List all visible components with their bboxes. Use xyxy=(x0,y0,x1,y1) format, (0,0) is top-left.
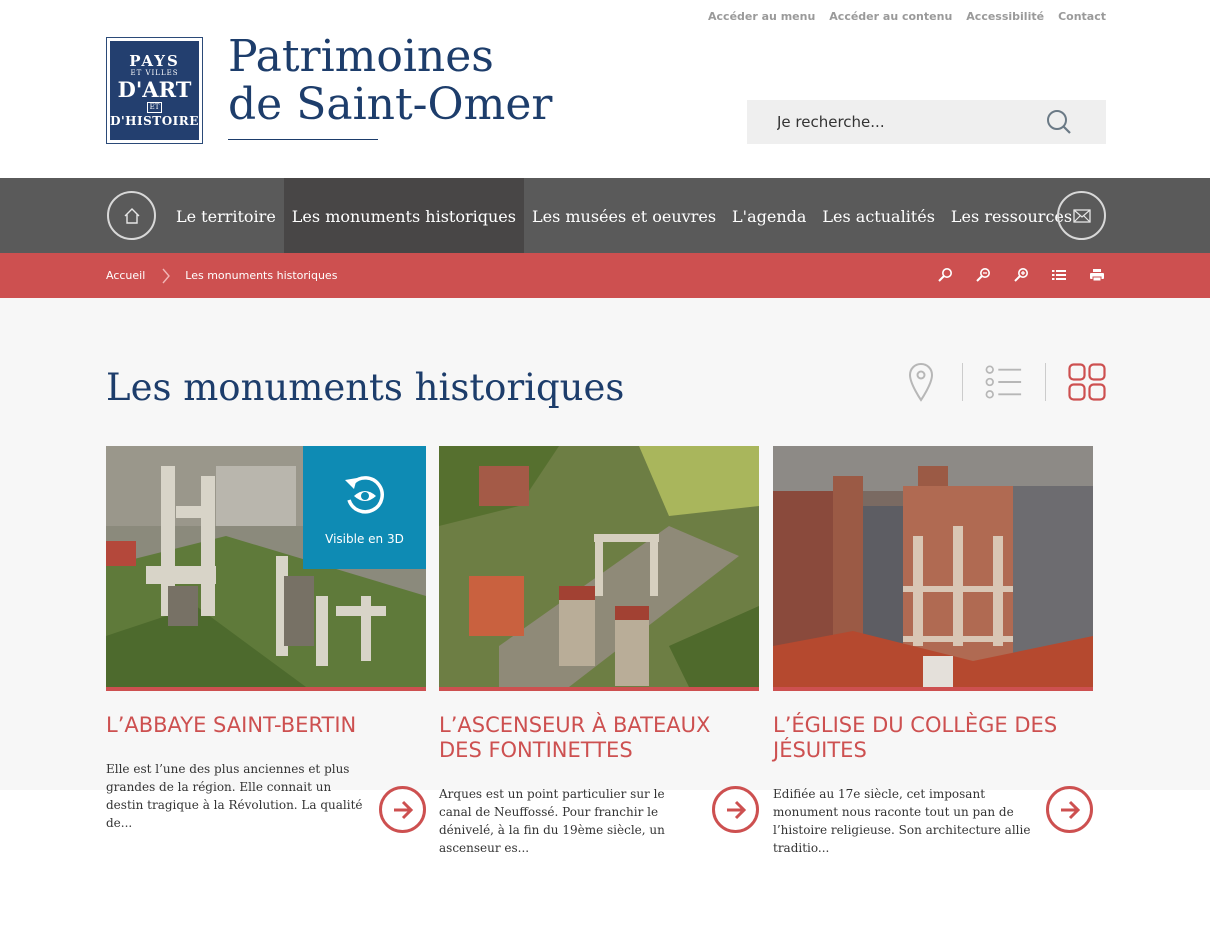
zoom-reset-button[interactable] xyxy=(936,266,954,284)
home-button[interactable] xyxy=(107,191,156,240)
list-view-button[interactable] xyxy=(1050,266,1068,284)
list-view-toggle[interactable] xyxy=(985,362,1023,402)
card-photo-ascenseur[interactable] xyxy=(439,446,759,687)
arrow-right-icon xyxy=(726,800,746,819)
home-icon xyxy=(124,207,139,224)
visible-3d-badge[interactable]: Visible en 3D xyxy=(303,446,426,569)
magnifier-icon xyxy=(938,268,952,282)
card-read-more-button[interactable] xyxy=(1046,786,1093,833)
card-excerpt: Elle est l’une des plus anciennes et plu… xyxy=(106,762,363,830)
printer-icon xyxy=(1090,269,1104,282)
breadcrumb-current: Les monuments historiques xyxy=(185,269,338,282)
zoom-out-icon xyxy=(976,268,990,282)
logo-emblem: PAYS ET VILLES D'ART ET D'HISTOIRE xyxy=(110,41,199,140)
logo-text: ET VILLES xyxy=(130,69,179,77)
search-box xyxy=(747,100,1106,144)
card-excerpt: Arques est un point particulier sur le c… xyxy=(439,787,665,855)
envelope-icon xyxy=(1072,208,1091,223)
card-photo-abbaye[interactable]: Visible en 3D xyxy=(106,446,426,687)
breadcrumb-bar: Accueil Les monuments historiques xyxy=(0,253,1210,298)
accessibility-link[interactable]: Accessibilité xyxy=(966,10,1044,23)
eye-rotate-icon xyxy=(344,475,384,514)
view-separator xyxy=(1045,363,1046,401)
nav-item-monuments[interactable]: Les monuments historiques xyxy=(283,178,524,253)
search-input[interactable] xyxy=(777,113,1037,131)
zoom-out-button[interactable] xyxy=(974,266,992,284)
main-nav: Le territoire Les monuments historiques … xyxy=(0,178,1210,253)
skip-to-content-link[interactable]: Accéder au contenu xyxy=(829,10,952,23)
card-accent-bar xyxy=(106,687,426,691)
grid-view-toggle[interactable] xyxy=(1068,362,1106,402)
list-icon xyxy=(1052,270,1066,280)
site-title-line: Patrimoines xyxy=(228,31,494,82)
jesuit-church-photo xyxy=(773,446,1093,687)
logo-text: ET xyxy=(146,102,163,113)
monument-card-jesuites[interactable]: L’ÉGLISE DU COLLÈGE DES JÉSUITES Edifiée… xyxy=(773,446,1093,857)
card-accent-bar xyxy=(439,687,759,691)
nav-item-actualites[interactable]: Les actualités xyxy=(814,178,943,253)
card-accent-bar xyxy=(773,687,1093,691)
view-separator xyxy=(962,363,963,401)
page-tools xyxy=(936,266,1106,284)
boat-lift-photo xyxy=(439,446,759,687)
zoom-in-icon xyxy=(1014,268,1028,282)
site-title[interactable]: Patrimoines de Saint-Omer xyxy=(228,33,552,129)
nav-item-musees[interactable]: Les musées et oeuvres xyxy=(524,178,724,253)
nav-item-agenda[interactable]: L'agenda xyxy=(724,178,814,253)
logo-text: D'ART xyxy=(117,77,192,102)
card-read-more-button[interactable] xyxy=(712,786,759,833)
map-view-button[interactable] xyxy=(902,362,940,402)
list-bullets-icon xyxy=(985,365,1022,399)
card-read-more-button[interactable] xyxy=(379,786,426,833)
map-pin-icon xyxy=(908,362,934,402)
breadcrumb: Accueil Les monuments historiques xyxy=(106,253,337,298)
site-logo[interactable]: PAYS ET VILLES D'ART ET D'HISTOIRE xyxy=(106,37,203,144)
card-title[interactable]: L’ÉGLISE DU COLLÈGE DES JÉSUITES xyxy=(773,713,1073,763)
arrow-right-icon xyxy=(393,800,413,819)
breadcrumb-home-link[interactable]: Accueil xyxy=(106,269,145,282)
contact-link[interactable]: Contact xyxy=(1058,10,1106,23)
card-title[interactable]: L’ASCENSEUR À BATEAUX DES FONTINETTES xyxy=(439,713,739,763)
visible-3d-label: Visible en 3D xyxy=(325,531,404,546)
utility-links: Accéder au menu Accéder au contenu Acces… xyxy=(708,10,1106,23)
skip-to-menu-link[interactable]: Accéder au menu xyxy=(708,10,815,23)
card-excerpt: Edifiée au 17e siècle, cet imposant monu… xyxy=(773,787,1031,855)
monument-card-abbaye[interactable]: Visible en 3D L’ABBAYE SAINT-BERTIN Elle… xyxy=(106,446,426,833)
arrow-right-icon xyxy=(1060,800,1080,819)
card-photo-jesuites[interactable] xyxy=(773,446,1093,687)
grid-icon xyxy=(1068,363,1106,401)
nav-item-territoire[interactable]: Le territoire xyxy=(168,178,284,253)
zoom-in-button[interactable] xyxy=(1012,266,1030,284)
search-icon[interactable] xyxy=(1046,109,1072,135)
title-underline xyxy=(228,139,378,140)
logo-text: D'HISTOIRE xyxy=(110,114,199,128)
newsletter-button[interactable] xyxy=(1057,191,1106,240)
print-button[interactable] xyxy=(1088,266,1106,284)
site-title-line: de Saint-Omer xyxy=(228,79,553,130)
chevron-right-icon xyxy=(162,268,171,283)
view-switcher xyxy=(902,362,1106,402)
card-title[interactable]: L’ABBAYE SAINT-BERTIN xyxy=(106,713,406,738)
logo-text: PAYS xyxy=(129,52,180,70)
nav-items: Le territoire Les monuments historiques … xyxy=(168,178,1080,253)
page-title: Les monuments historiques xyxy=(106,366,625,409)
monument-card-ascenseur[interactable]: L’ASCENSEUR À BATEAUX DES FONTINETTES Ar… xyxy=(439,446,759,857)
